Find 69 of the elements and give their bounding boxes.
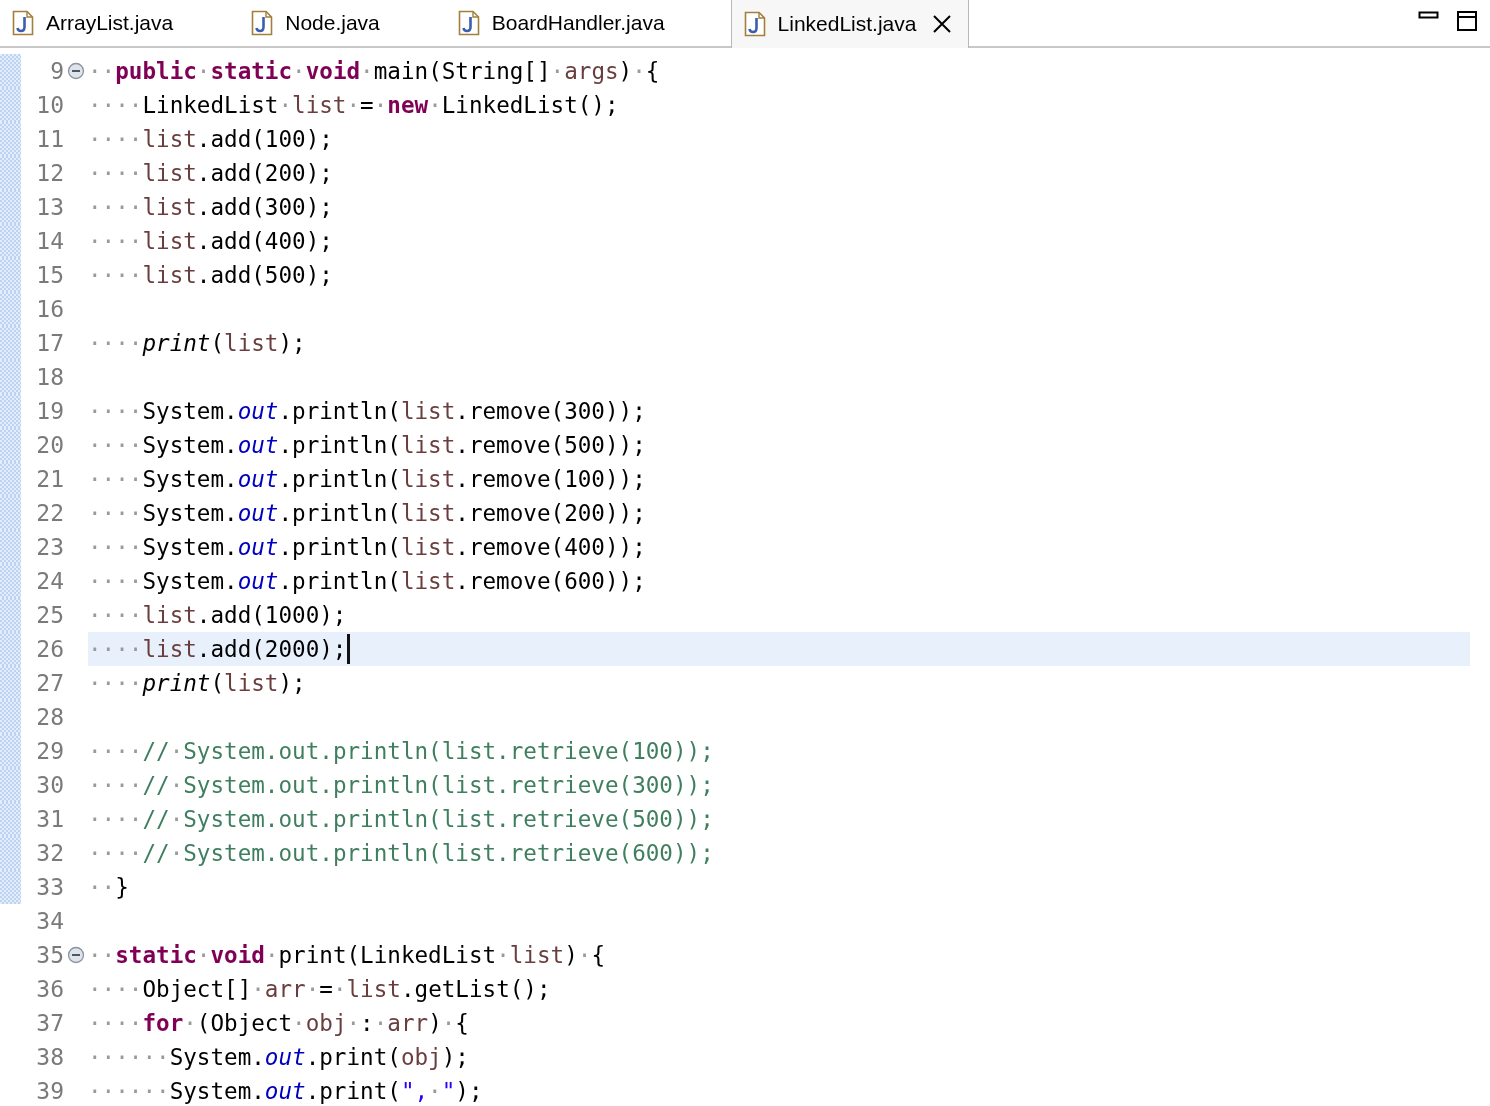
line-number: 9 [49, 58, 64, 84]
line-number: 11 [35, 126, 64, 152]
code-line: ······System.out.print(obj); [88, 1044, 469, 1070]
line-number: 15 [35, 262, 64, 288]
code-line: ····//·System.out.println(list.retrieve(100)); [88, 738, 714, 764]
line-number: 18 [35, 364, 64, 390]
code-line: ····System.out.println(list.remove(200)); [88, 500, 646, 526]
maximize-button[interactable] [1456, 10, 1478, 32]
line-number: 27 [35, 670, 64, 696]
code-line: ····for·(Object·obj·:·arr)·{ [88, 1010, 469, 1036]
java-file-icon [12, 10, 34, 36]
collapse-icon[interactable] [67, 62, 85, 80]
line-number: 34 [35, 908, 64, 934]
code-line: ····print(list); [88, 670, 306, 696]
line-number: 23 [35, 534, 64, 560]
code-line: ····System.out.println(list.remove(400)); [88, 534, 646, 560]
java-file-icon [743, 11, 766, 37]
code-line: ····LinkedList·list·=·new·LinkedList(); [88, 92, 619, 118]
code-line: ····print(list); [88, 330, 306, 356]
code-line: ····list.add(400); [88, 228, 333, 254]
line-number: 12 [35, 160, 64, 186]
line-number: 13 [35, 194, 64, 220]
line-number: 32 [35, 840, 64, 866]
java-file-icon [457, 10, 480, 36]
line-number: 17 [35, 330, 64, 356]
line-number: 16 [35, 296, 64, 322]
code-line: ··static·void·print(LinkedList·list)·{ [88, 942, 605, 968]
line-number: 14 [35, 228, 64, 254]
line-number: 10 [35, 92, 64, 118]
line-number: 36 [35, 976, 64, 1002]
code-line: ····list.add(2000); [88, 636, 347, 662]
line-number: 22 [35, 500, 64, 526]
line-number: 29 [35, 738, 64, 764]
line-number: 33 [35, 874, 64, 900]
line-number: 21 [35, 466, 64, 492]
code-line: ····System.out.println(list.remove(300)); [88, 398, 646, 424]
line-number: 30 [35, 772, 64, 798]
code-line: ····list.add(500); [88, 262, 333, 288]
line-number: 24 [35, 568, 64, 594]
code-line: ····//·System.out.println(list.retrieve(600)); [88, 840, 714, 866]
code-line: ····list.add(200); [88, 160, 333, 186]
close-icon[interactable] [932, 14, 953, 34]
line-number: 35 [35, 942, 64, 968]
line-number: 31 [35, 806, 64, 832]
text-cursor [347, 634, 351, 664]
code-line: ····System.out.println(list.remove(500)); [88, 432, 646, 458]
minimize-button[interactable] [1418, 10, 1440, 20]
code-line: ····list.add(300); [88, 194, 333, 220]
line-number: 26 [35, 636, 64, 662]
line-number: 20 [35, 432, 64, 458]
code-line: ····System.out.println(list.remove(100)); [88, 466, 646, 492]
code-line: ····//·System.out.println(list.retrieve(500)); [88, 806, 714, 832]
collapse-icon[interactable] [67, 946, 85, 964]
line-number: 38 [35, 1044, 64, 1070]
code-line: ····System.out.println(list.remove(600)); [88, 568, 646, 594]
line-number: 19 [35, 398, 64, 424]
code-line: ····list.add(1000); [88, 602, 347, 628]
line-number: 25 [35, 602, 64, 628]
line-number: 39 [35, 1078, 64, 1104]
code-line: ····Object[]·arr·=·list.getList(); [88, 976, 551, 1002]
code-line: ··} [88, 874, 129, 900]
code-line: ······System.out.print(",·"); [88, 1078, 483, 1104]
code-line: ····list.add(100); [88, 126, 333, 152]
java-file-icon [251, 10, 274, 36]
code-line: ··public·static·void·main(String[]·args)·{ [88, 58, 660, 84]
code-line: ····//·System.out.println(list.retrieve(300)); [88, 772, 714, 798]
editor-tab[interactable]: LinkedList.java [730, 0, 970, 48]
line-number: 28 [35, 704, 64, 730]
line-number: 37 [35, 1010, 64, 1036]
